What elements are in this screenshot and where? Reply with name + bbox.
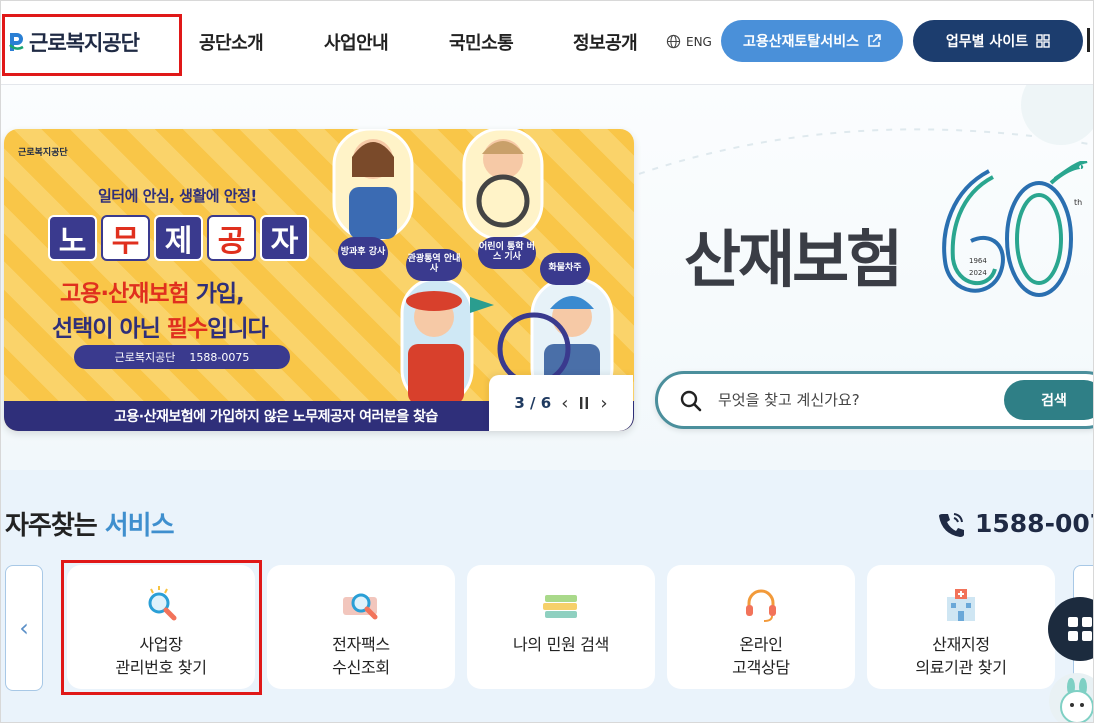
total-service-label: 고용산재토탈서비스: [743, 34, 859, 50]
books-icon: [543, 595, 577, 618]
sites-by-task-label: 업무별 사이트: [945, 34, 1029, 50]
headset-icon: [746, 589, 776, 622]
hero-title: 산재보험: [684, 223, 903, 296]
total-service-button[interactable]: 고용산재토탈서비스: [721, 20, 903, 62]
job-badge: 관광통역 안내사: [406, 249, 462, 281]
site-header: 근로복지공단 공단소개 사업안내 국민소통 정보공개 ENG 고용산재토탈서비스…: [1, 1, 1093, 85]
service-card-online-consult[interactable]: 온라인 고객상담: [667, 565, 855, 689]
services-title-part: 자주찾는: [5, 511, 105, 541]
emblem-year-end: 2024: [969, 269, 987, 277]
job-badge: 방과후 강사: [338, 237, 388, 269]
prev-slide-icon[interactable]: ‹: [561, 393, 568, 414]
search-button[interactable]: 검색: [1004, 380, 1093, 420]
grid-icon: [1068, 617, 1092, 641]
sites-by-task-button[interactable]: 업무별 사이트: [913, 20, 1083, 62]
grid-icon: [1036, 34, 1050, 48]
service-card-my-complaints[interactable]: 나의 민원 검색: [467, 565, 655, 689]
chevron-left-icon: ‹: [19, 614, 29, 642]
nav-communication[interactable]: 국민소통: [449, 29, 514, 55]
service-card-label: 온라인 고객상담: [732, 635, 790, 678]
sixtieth-anniversary-emblem: 1964 2024 th: [942, 161, 1088, 297]
job-badge: 화물차주: [540, 253, 590, 285]
hospital-icon: [947, 589, 975, 621]
service-card-label: 산재지정 의료기관 찾기: [915, 635, 1007, 678]
language-label: ENG: [686, 34, 712, 49]
banner-pager: 3 / 6 ‹ ›: [489, 375, 633, 431]
services-title-accent: 서비스: [104, 511, 175, 541]
service-card-efax[interactable]: 전자팩스 수신조회: [267, 565, 455, 689]
phone-icon: [939, 512, 964, 537]
nav-business[interactable]: 사업안내: [324, 29, 389, 55]
services-prev-button[interactable]: ‹: [5, 565, 43, 691]
globe-icon: [666, 34, 681, 49]
call-center-number: 1588-007: [975, 509, 1094, 538]
nav-about[interactable]: 공단소개: [199, 29, 264, 55]
chatbot-mascot-button[interactable]: [1049, 673, 1093, 722]
service-card-designated-hospital[interactable]: 산재지정 의료기관 찾기: [867, 565, 1055, 689]
service-card-label: 전자팩스 수신조회: [332, 635, 390, 678]
pause-icon[interactable]: [578, 396, 590, 410]
mascot-icon: [1060, 678, 1093, 722]
frequent-services-title: 자주찾는 서비스: [5, 505, 174, 542]
emblem-suffix: th: [1074, 198, 1082, 207]
external-link-icon: [868, 34, 881, 47]
language-switch[interactable]: ENG: [666, 34, 712, 49]
nav-disclosure[interactable]: 정보공개: [573, 29, 638, 55]
menu-button-edge[interactable]: [1087, 28, 1093, 52]
fax-search-icon: [343, 593, 378, 620]
search-icon: [680, 390, 702, 412]
service-card-label: 나의 민원 검색: [512, 635, 610, 654]
logo-highlight-box: [2, 14, 182, 76]
emblem-year-start: 1964: [969, 257, 987, 265]
job-badge: 어린이 통학 버스 기사: [478, 237, 536, 269]
next-slide-icon[interactable]: ›: [600, 393, 607, 414]
site-search: 검색: [655, 371, 1093, 429]
call-center[interactable]: 1588-007: [937, 509, 1094, 538]
banner-page-count: 3 / 6: [514, 394, 552, 412]
page: 근로복지공단 공단소개 사업안내 국민소통 정보공개 ENG 고용산재토탈서비스…: [0, 0, 1094, 723]
service-highlight-box: [61, 560, 262, 695]
search-input[interactable]: [718, 387, 998, 413]
